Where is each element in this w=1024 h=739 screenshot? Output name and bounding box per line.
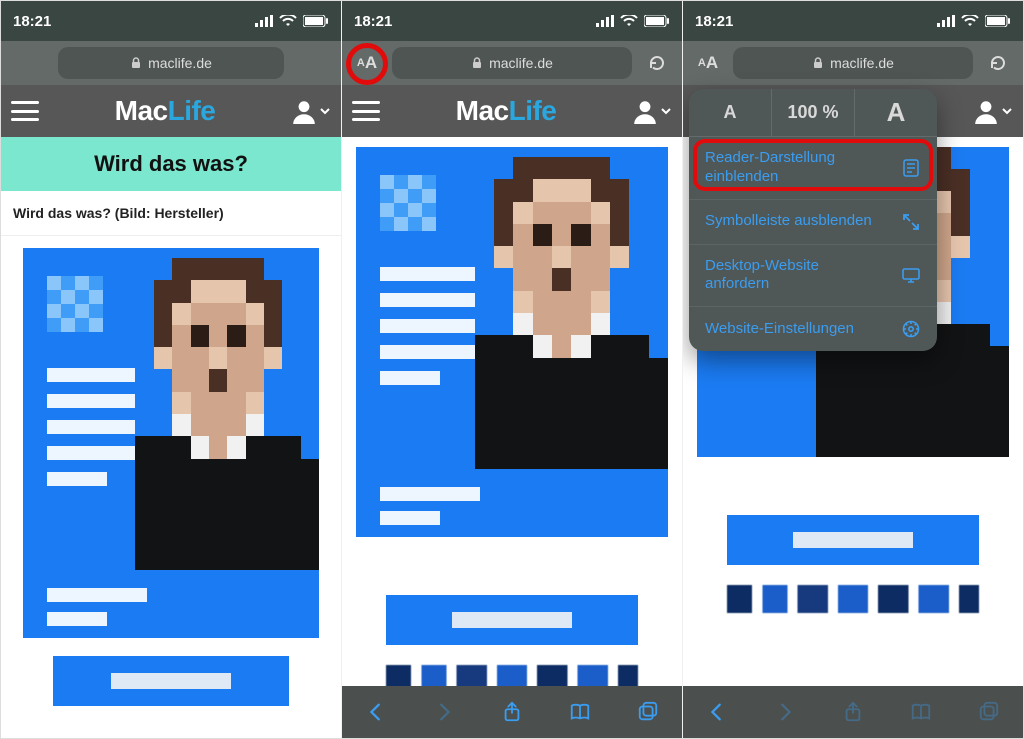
safari-url-bar: maclife.de: [1, 41, 341, 85]
text-size-row: A 100 % A: [689, 89, 937, 137]
site-header: MacLife: [342, 85, 682, 137]
popover-item-hide-toolbar[interactable]: Symbolleiste ausblenden: [689, 200, 937, 245]
pixelated-cta-button: [386, 595, 638, 645]
user-menu-button[interactable]: [973, 98, 1013, 124]
lock-icon: [471, 57, 483, 69]
increase-text-button[interactable]: A: [854, 89, 937, 136]
bookmarks-button[interactable]: [568, 700, 592, 724]
popover-item-label: Website-Einstellungen: [705, 320, 854, 339]
book-icon: [569, 701, 591, 723]
safari-bottom-toolbar: [342, 686, 682, 738]
status-time: 18:21: [13, 13, 51, 30]
pixelated-text-row: [727, 585, 979, 613]
text-size-aa-button[interactable]: AA: [691, 47, 725, 79]
url-domain: maclife.de: [148, 55, 212, 71]
user-menu-button[interactable]: [291, 98, 331, 124]
chevron-down-icon: [660, 105, 672, 117]
three-phone-composite: 18:21 maclife.de MacLife Wird das was? W…: [0, 0, 1024, 739]
forward-button: [773, 700, 797, 724]
tabs-button[interactable]: [977, 700, 1001, 724]
ios-status-bar: 18:21: [342, 1, 682, 41]
pixelated-hero-image: [356, 147, 668, 537]
tabs-icon: [978, 701, 1000, 723]
chevron-right-icon: [433, 701, 455, 723]
ios-status-bar: 18:21: [683, 1, 1023, 41]
article-body: [1, 236, 341, 706]
decrease-text-button[interactable]: A: [689, 89, 771, 136]
chevron-left-icon: [706, 701, 728, 723]
share-button[interactable]: [841, 700, 865, 724]
share-button[interactable]: [500, 700, 524, 724]
chevron-down-icon: [319, 105, 331, 117]
aa-popover-menu: A 100 % A Reader-Darstellung einblenden …: [689, 89, 937, 351]
site-logo[interactable]: MacLife: [456, 95, 557, 127]
image-caption: Wird das was? (Bild: Hersteller): [1, 191, 341, 236]
desktop-icon: [901, 265, 921, 285]
lock-icon: [812, 57, 824, 69]
url-domain: maclife.de: [489, 55, 553, 71]
pixelated-cta-button: [727, 515, 979, 565]
status-time: 18:21: [695, 13, 733, 30]
chevron-right-icon: [774, 701, 796, 723]
chevron-left-icon: [365, 701, 387, 723]
url-pill[interactable]: maclife.de: [733, 47, 973, 79]
chevron-down-icon: [1001, 105, 1013, 117]
safari-url-bar: AA maclife.de: [683, 41, 1023, 85]
phone-screenshot-1: 18:21 maclife.de MacLife Wird das was? W…: [1, 1, 341, 738]
share-icon: [501, 701, 523, 723]
back-button[interactable]: [705, 700, 729, 724]
book-icon: [910, 701, 932, 723]
reader-icon: [901, 158, 921, 178]
reload-button[interactable]: [981, 47, 1015, 79]
tabs-icon: [637, 701, 659, 723]
article-headline-banner: Wird das was?: [1, 137, 341, 191]
status-time: 18:21: [354, 13, 392, 30]
popover-item-reader[interactable]: Reader-Darstellung einblenden: [689, 137, 937, 200]
phone-screenshot-3: 18:21 AA maclife.de MacLife: [682, 1, 1023, 738]
user-menu-button[interactable]: [632, 98, 672, 124]
article-body: [342, 137, 682, 693]
pixelated-cta-button: [53, 656, 289, 706]
popover-item-label: Symbolleiste ausblenden: [705, 212, 872, 231]
site-logo[interactable]: MacLife: [115, 95, 216, 127]
forward-button: [432, 700, 456, 724]
status-icons: [937, 15, 1011, 27]
person-icon: [973, 98, 999, 124]
url-pill[interactable]: maclife.de: [58, 47, 285, 79]
url-domain: maclife.de: [830, 55, 894, 71]
popover-item-label: Reader-Darstellung einblenden: [705, 149, 885, 187]
reload-icon: [988, 53, 1008, 73]
popover-item-website-settings[interactable]: Website-Einstellungen: [689, 307, 937, 351]
bookmarks-button[interactable]: [909, 700, 933, 724]
person-icon: [632, 98, 658, 124]
gear-icon: [901, 319, 921, 339]
back-button[interactable]: [364, 700, 388, 724]
tabs-button[interactable]: [636, 700, 660, 724]
person-icon: [291, 98, 317, 124]
popover-item-request-desktop[interactable]: Desktop-Website anfordern: [689, 245, 937, 308]
site-header: MacLife: [1, 85, 341, 137]
status-icons: [596, 15, 670, 27]
phone-screenshot-2: 18:21 AA maclife.de MacLife: [341, 1, 682, 738]
hamburger-icon[interactable]: [352, 101, 380, 121]
reload-icon: [647, 53, 667, 73]
text-size-aa-button[interactable]: AA: [350, 47, 384, 79]
safari-url-bar: AA maclife.de: [342, 41, 682, 85]
status-icons: [255, 15, 329, 27]
ios-status-bar: 18:21: [1, 1, 341, 41]
share-icon: [842, 701, 864, 723]
expand-icon: [901, 212, 921, 232]
zoom-percent-label: 100 %: [771, 89, 854, 136]
url-pill[interactable]: maclife.de: [392, 47, 632, 79]
pixelated-hero-image: [23, 248, 319, 638]
reload-button[interactable]: [640, 47, 674, 79]
safari-bottom-toolbar: [683, 686, 1023, 738]
lock-icon: [130, 57, 142, 69]
popover-item-label: Desktop-Website anfordern: [705, 257, 885, 295]
hamburger-icon[interactable]: [11, 101, 39, 121]
